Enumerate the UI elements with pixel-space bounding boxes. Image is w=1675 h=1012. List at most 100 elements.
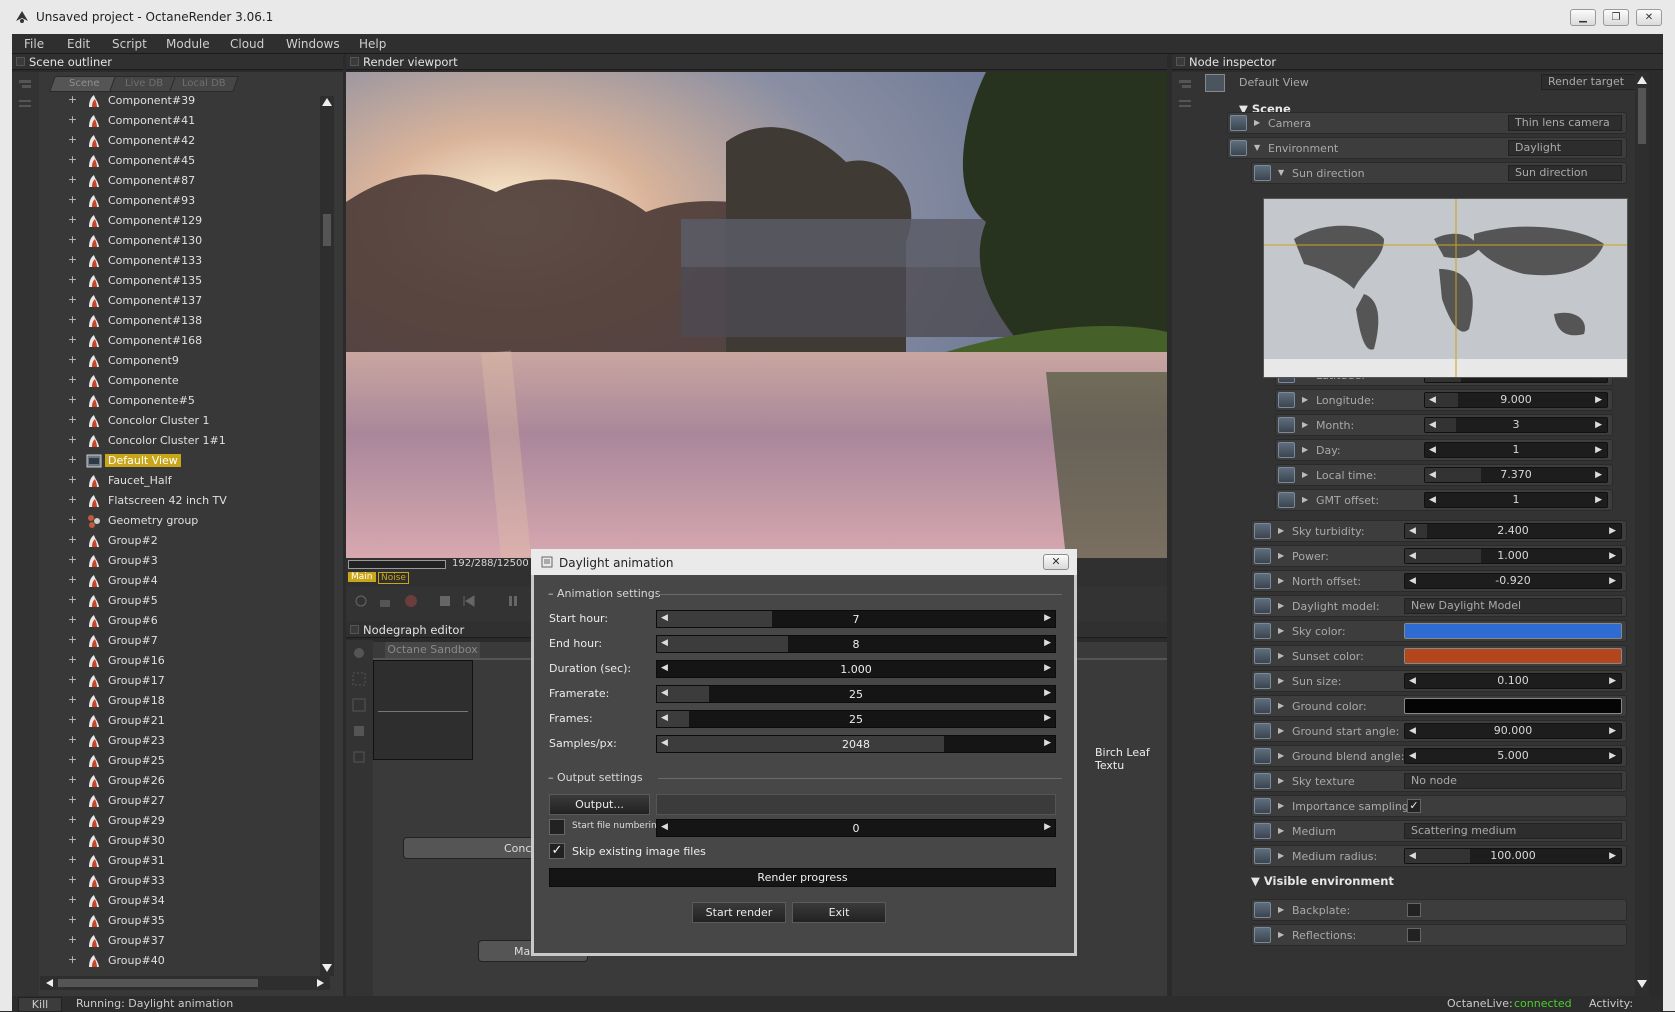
menu-windows[interactable]: Windows [286, 37, 340, 51]
pin-icon[interactable] [1254, 548, 1271, 564]
expand-icon[interactable]: + [67, 434, 78, 446]
tree-item[interactable]: + Group#35 [67, 911, 307, 931]
tree-item[interactable]: + Component#87 [67, 171, 307, 191]
env-param-row[interactable]: ▶ Sky texture No node [1251, 770, 1627, 792]
expand-icon[interactable]: + [67, 494, 78, 506]
render-region-icon[interactable] [354, 594, 368, 608]
tree-item[interactable]: + Group#27 [67, 791, 307, 811]
start-numbering-slider[interactable]: ◀ 0 ▶ [656, 819, 1056, 837]
scroll-down-icon[interactable] [321, 962, 333, 974]
tree-item[interactable]: + Component#41 [67, 111, 307, 131]
tree-item[interactable]: + Component#133 [67, 251, 307, 271]
expand-icon[interactable]: + [67, 554, 78, 566]
param-slider[interactable]: ◀ 5.000 ▶ [1404, 748, 1622, 764]
pin-icon[interactable] [1278, 417, 1295, 433]
render-image[interactable] [346, 72, 1167, 558]
exit-button[interactable]: Exit [792, 902, 886, 923]
expand-icon[interactable]: + [67, 534, 78, 546]
expand-icon[interactable]: + [67, 734, 78, 746]
env-param-row[interactable]: ▶ Sky turbidity: ◀ 2.400 ▶ [1251, 520, 1627, 542]
expand-arrow-icon[interactable]: ▶ [1302, 420, 1308, 429]
tree-item[interactable]: + Group#16 [67, 651, 307, 671]
tree-item[interactable]: + Group#33 [67, 871, 307, 891]
node-birch-leaf[interactable]: Birch Leaf Textu [1095, 746, 1167, 772]
expand-arrow-icon[interactable]: ▶ [1278, 626, 1284, 635]
env-param-row[interactable]: ▶ Ground color: [1251, 695, 1627, 717]
expand-icon[interactable]: + [67, 794, 78, 806]
expand-icon[interactable]: + [67, 834, 78, 846]
env-param-row[interactable]: ▶ Ground blend angle: ◀ 5.000 ▶ [1251, 745, 1627, 767]
inspector-scroll-thumb[interactable] [1638, 88, 1646, 144]
expand-icon[interactable]: + [67, 214, 78, 226]
param-checkbox[interactable] [1407, 903, 1421, 917]
tree-item[interactable]: + Group#5 [67, 591, 307, 611]
expand-arrow-icon[interactable]: ▶ [1278, 526, 1284, 535]
inspector-scroll-down-icon[interactable] [1636, 978, 1648, 990]
tree-item[interactable]: + Component#130 [67, 231, 307, 251]
expand-icon[interactable]: + [67, 854, 78, 866]
pause-icon[interactable] [506, 594, 520, 608]
collapse-icon[interactable] [18, 78, 32, 92]
node-tool-icon[interactable] [352, 646, 366, 660]
expand-icon[interactable]: + [67, 374, 78, 386]
stop-icon[interactable] [438, 594, 452, 608]
param-node-value[interactable]: New Daylight Model [1404, 598, 1622, 614]
section-visible-environment[interactable]: ▼ Visible environment [1251, 874, 1394, 888]
tree-item[interactable]: + Group#7 [67, 631, 307, 651]
maximize-button[interactable]: ❐ [1603, 9, 1629, 26]
param-slider[interactable]: ◀ -0.920 ▶ [1404, 573, 1622, 589]
param-node-value[interactable]: Sun direction [1508, 165, 1622, 181]
expand-icon[interactable]: + [67, 394, 78, 406]
expand-icon[interactable]: + [67, 414, 78, 426]
color-swatch[interactable] [1404, 698, 1622, 714]
expand-icon[interactable]: + [67, 674, 78, 686]
pin-icon[interactable] [1254, 823, 1271, 839]
param-slider[interactable]: ◀ 1.000 ▶ [1404, 548, 1622, 564]
expand-icon[interactable]: + [67, 314, 78, 326]
tree-item[interactable]: + Component#42 [67, 131, 307, 151]
expand-icon[interactable]: + [67, 454, 78, 466]
expand-arrow-icon[interactable]: ▶ [1302, 445, 1308, 454]
pin-icon[interactable] [1278, 442, 1295, 458]
start-numbering-checkbox[interactable] [549, 819, 565, 835]
expand-arrow-icon[interactable]: ▶ [1278, 726, 1284, 735]
inspector-scrollbar[interactable] [1635, 72, 1649, 996]
expand-arrow-icon[interactable]: ▶ [1302, 395, 1308, 404]
scroll-left-icon[interactable] [44, 978, 54, 988]
expand-arrow-icon[interactable]: ▶ [1278, 905, 1284, 914]
anim-param-slider[interactable]: ◀ 25 ▶ [656, 710, 1056, 728]
expand-icon[interactable] [18, 98, 32, 112]
tree-item[interactable]: + Group#40 [67, 951, 307, 971]
expand-icon[interactable]: + [67, 234, 78, 246]
tree-item[interactable]: + Group#34 [67, 891, 307, 911]
start-render-button[interactable]: Start render [692, 902, 786, 923]
pin-icon[interactable] [1230, 140, 1247, 156]
expand-arrow-icon[interactable]: ▼ [1254, 143, 1260, 152]
scroll-right-icon[interactable] [316, 978, 326, 988]
expand-arrow-icon[interactable]: ▶ [1278, 651, 1284, 660]
pin-icon[interactable] [1254, 673, 1271, 689]
expand-icon[interactable]: + [67, 654, 78, 666]
expand-arrow-icon[interactable]: ▶ [1278, 551, 1284, 560]
expand-icon[interactable]: + [67, 294, 78, 306]
viewport-toggle[interactable] [350, 57, 359, 66]
expand-icon[interactable]: + [67, 354, 78, 366]
camera-view-icon[interactable] [1205, 74, 1225, 92]
tree-item[interactable]: + Group#18 [67, 691, 307, 711]
tree-item[interactable]: + Componente [67, 371, 307, 391]
badge-noise[interactable]: Noise [378, 572, 409, 584]
outliner-hscroll-thumb[interactable] [58, 979, 258, 987]
vis-param-row[interactable]: ▶ Reflections: [1251, 924, 1627, 946]
tree-item[interactable]: + Group#25 [67, 751, 307, 771]
tree-item[interactable]: + Group#23 [67, 731, 307, 751]
sun-param-row[interactable]: ▶ GMT offset: ◀ 1 ▶ [1275, 489, 1613, 511]
env-param-row[interactable]: ▶ Medium Scattering medium [1251, 820, 1627, 842]
expand-icon[interactable]: + [67, 694, 78, 706]
expand-arrow-icon[interactable]: ▶ [1278, 676, 1284, 685]
expand-icon[interactable]: + [67, 934, 78, 946]
tree-item[interactable]: + Component#45 [67, 151, 307, 171]
expand-icon[interactable]: + [67, 614, 78, 626]
tab-local-db[interactable]: Local DB [169, 76, 239, 92]
expand-arrow-icon[interactable]: ▶ [1278, 751, 1284, 760]
expand-icon[interactable]: + [67, 914, 78, 926]
